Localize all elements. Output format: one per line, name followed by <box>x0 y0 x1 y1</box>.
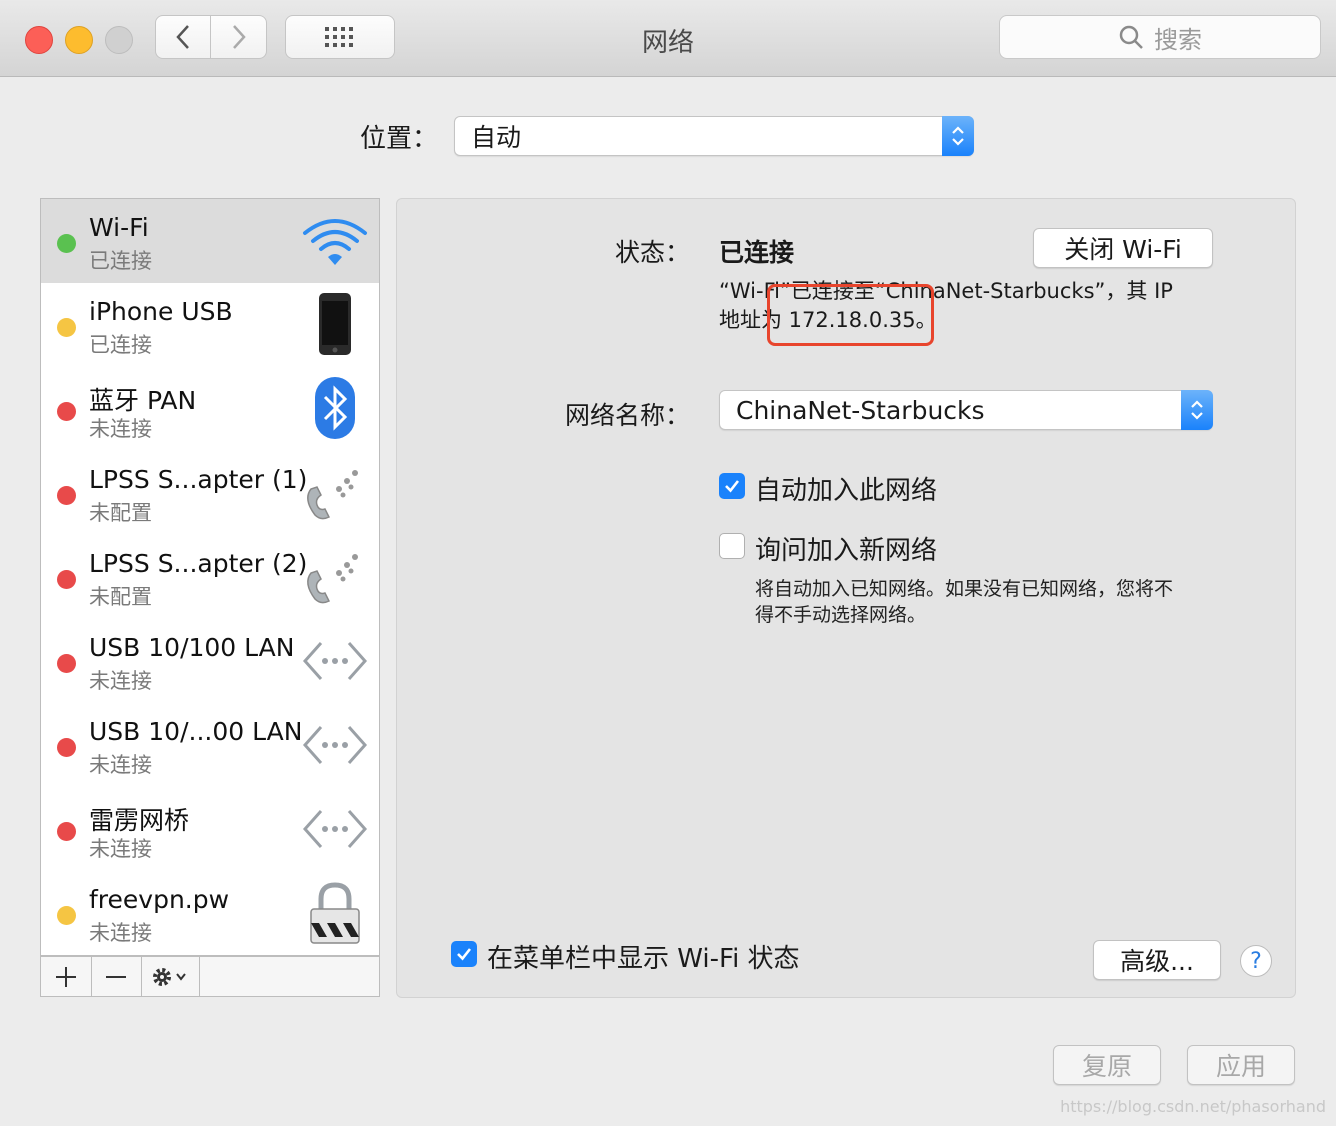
network-name-popup[interactable]: ChinaNet-Starbucks <box>719 390 1213 430</box>
status-dot <box>57 402 76 421</box>
search-field[interactable]: 搜索 <box>999 15 1321 59</box>
bluetooth-icon <box>315 377 355 439</box>
service-name: USB 10/100 LAN <box>89 633 295 662</box>
network-name-value: ChinaNet-Starbucks <box>736 395 985 425</box>
status-dot <box>57 906 76 925</box>
service-name: Wi-Fi <box>89 213 149 242</box>
service-list[interactable]: Wi-Fi 已连接 iPhone USB 已连接 蓝牙 PAN 未连接 LPSS… <box>40 198 380 956</box>
wifi-icon <box>303 219 367 265</box>
status-dot <box>57 738 76 757</box>
service-name: 雷雳网桥 <box>89 806 190 835</box>
network-name-label: 网络名称： <box>564 401 690 430</box>
add-service-button[interactable] <box>41 957 92 996</box>
status-dot <box>57 318 76 337</box>
phone-modem-icon <box>307 470 358 520</box>
service-item-usb-lan-1[interactable]: USB 10/100 LAN 未连接 <box>41 619 379 703</box>
service-status: 未连接 <box>89 837 152 861</box>
ethernet-icon <box>302 726 368 764</box>
auto-join-label: 自动加入此网络 <box>755 476 938 506</box>
service-item-freevpn[interactable]: freevpn.pw 未连接 <box>41 871 379 955</box>
hint-line: 得不手动选择网络。 <box>755 604 927 626</box>
service-name: LPSS S...apter (1) <box>89 465 308 494</box>
plus-icon <box>56 966 76 987</box>
service-item-thunderbolt-bridge[interactable]: 雷雳网桥 未连接 <box>41 787 379 871</box>
apply-button[interactable]: 应用 <box>1187 1045 1295 1085</box>
title-bar: 网络 搜索 <box>0 0 1336 77</box>
search-icon <box>1119 25 1143 49</box>
remove-service-button[interactable] <box>91 957 142 996</box>
service-name: iPhone USB <box>89 297 233 326</box>
revert-button[interactable]: 复原 <box>1053 1045 1161 1085</box>
popup-stepper-icon <box>1181 390 1213 430</box>
service-status: 未连接 <box>89 753 152 777</box>
show-in-menubar-checkbox[interactable] <box>451 941 477 967</box>
checkmark-icon <box>457 948 472 961</box>
service-status: 已连接 <box>89 333 152 357</box>
highlight-box <box>767 284 934 346</box>
search-placeholder: 搜索 <box>1154 25 1202 54</box>
service-list-toolbar <box>40 956 380 997</box>
service-status: 未连接 <box>89 921 152 945</box>
checkmark-icon <box>725 480 740 493</box>
ethernet-icon <box>302 810 368 848</box>
service-item-bluetooth-pan[interactable]: 蓝牙 PAN 未连接 <box>41 367 379 451</box>
status-dot <box>57 822 76 841</box>
service-name: USB 10/...00 LAN <box>89 717 303 746</box>
action-menu-button[interactable] <box>141 957 200 996</box>
hint-line: 将自动加入已知网络。如果没有已知网络，您将不 <box>755 578 1174 600</box>
phone-modem-icon <box>307 554 358 604</box>
status-dot <box>57 486 76 505</box>
status-dot <box>57 570 76 589</box>
service-item-iphone-usb[interactable]: iPhone USB 已连接 <box>41 283 379 367</box>
advanced-button[interactable]: 高级... <box>1093 940 1221 980</box>
help-button[interactable]: ? <box>1240 945 1272 977</box>
status-label: 状态： <box>614 238 690 267</box>
service-name: freevpn.pw <box>89 885 230 914</box>
service-status: 已连接 <box>89 249 152 273</box>
turn-off-wifi-button[interactable]: 关闭 Wi-Fi <box>1033 228 1213 268</box>
service-status: 未连接 <box>89 669 152 693</box>
ethernet-icon <box>302 642 368 680</box>
service-status: 未配置 <box>89 501 152 525</box>
status-dot <box>57 654 76 673</box>
location-popup[interactable]: 自动 <box>454 116 974 156</box>
gear-icon <box>153 967 186 986</box>
location-value: 自动 <box>471 123 522 152</box>
service-item-wifi[interactable]: Wi-Fi 已连接 <box>41 199 379 283</box>
minus-icon <box>106 975 126 978</box>
status-dot <box>57 234 76 253</box>
service-item-lpss-2[interactable]: LPSS S...apter (2) 未配置 <box>41 535 379 619</box>
service-name: 蓝牙 PAN <box>89 386 197 415</box>
show-in-menubar-label: 在菜单栏中显示 Wi-Fi 状态 <box>487 944 800 974</box>
ask-join-checkbox[interactable] <box>719 533 745 559</box>
ask-join-hint: 将自动加入已知网络。如果没有已知网络，您将不 得不手动选择网络。 <box>755 576 1173 628</box>
service-item-lpss-1[interactable]: LPSS S...apter (1) 未配置 <box>41 451 379 535</box>
ask-join-label: 询问加入新网络 <box>755 536 938 566</box>
location-label: 位置： <box>360 124 439 154</box>
service-status: 未连接 <box>89 417 152 441</box>
iphone-icon <box>319 293 351 355</box>
service-status: 未配置 <box>89 585 152 609</box>
vpn-lock-icon <box>310 882 360 944</box>
status-value: 已连接 <box>719 238 795 267</box>
auto-join-checkbox[interactable] <box>719 473 745 499</box>
service-item-usb-lan-2[interactable]: USB 10/...00 LAN 未连接 <box>41 703 379 787</box>
service-name: LPSS S...apter (2) <box>89 549 308 578</box>
popup-stepper-icon <box>942 116 974 156</box>
watermark: https://blog.csdn.net/phasorhand <box>1060 1097 1326 1116</box>
